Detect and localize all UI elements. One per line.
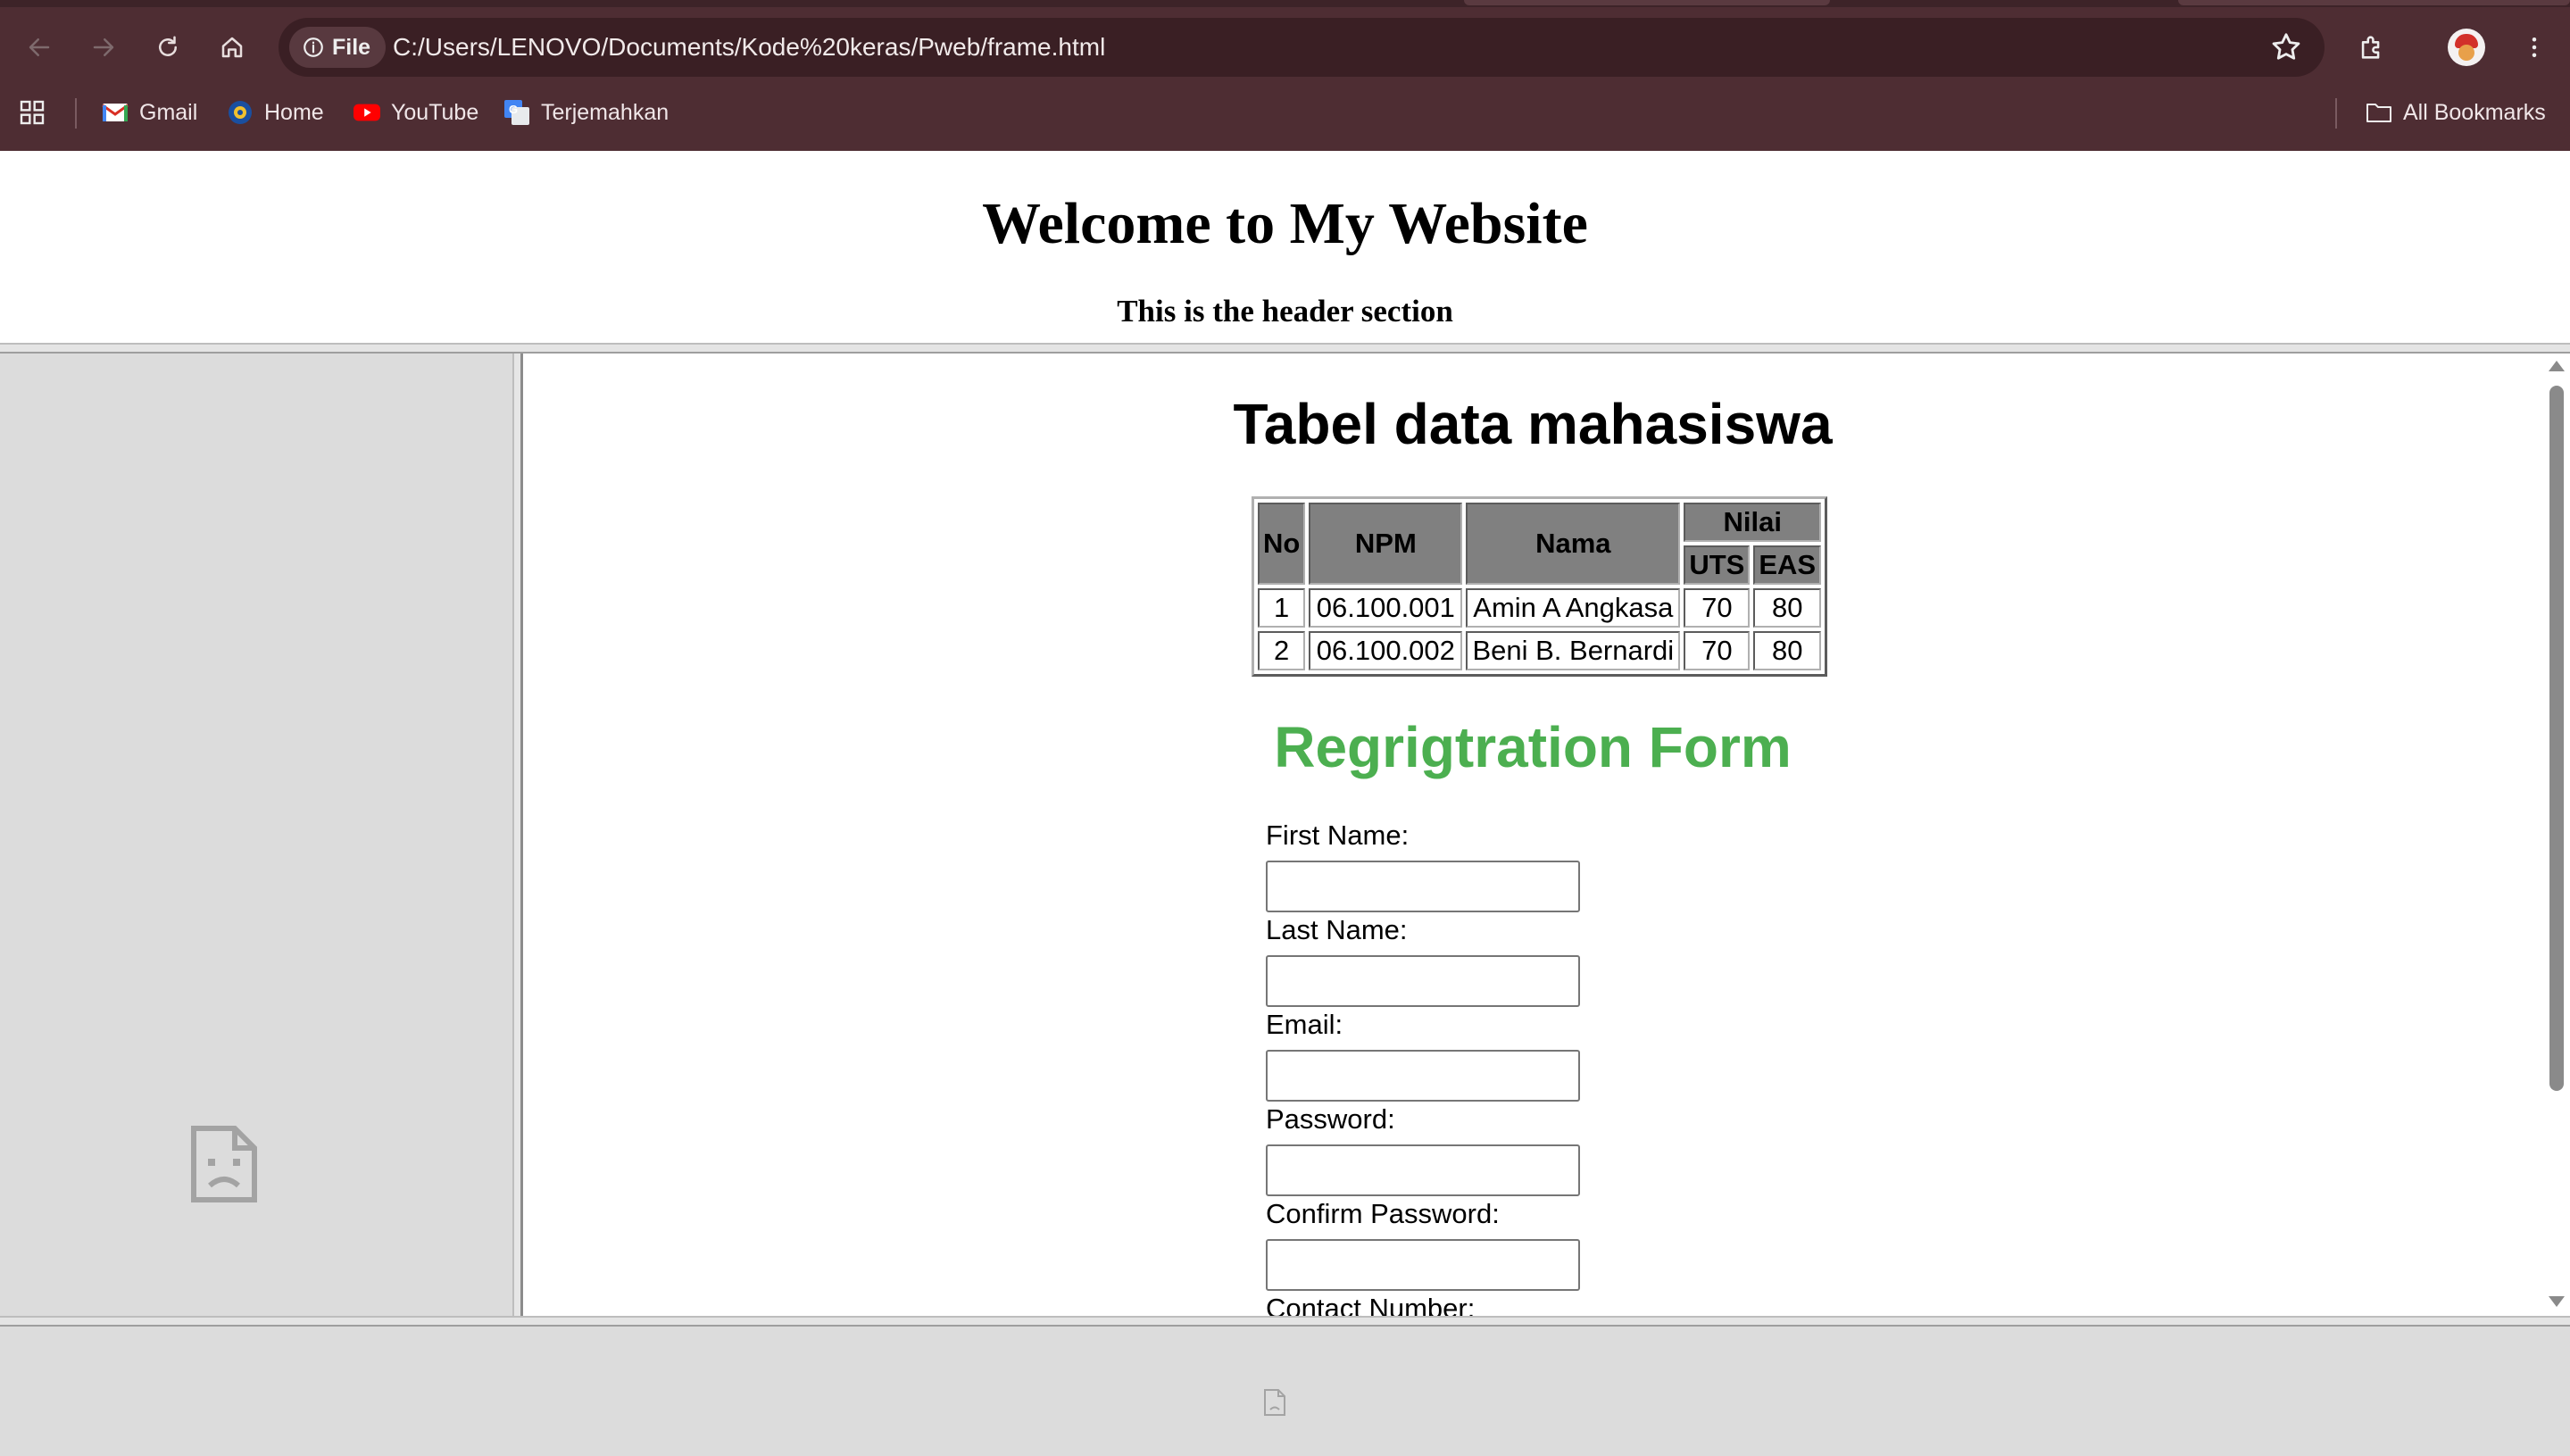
browser-toolbar: File C:/Users/LENOVO/Documents/Kode%20ke… <box>0 0 2570 151</box>
reload-button[interactable] <box>144 23 192 71</box>
cell-eas: 80 <box>1753 631 1822 670</box>
all-bookmarks-button[interactable]: All Bookmarks <box>2366 95 2546 130</box>
menu-button[interactable] <box>2510 23 2558 71</box>
url-text[interactable]: C:/Users/LENOVO/Documents/Kode%20keras/P… <box>393 32 1105 62</box>
svg-text:G: G <box>509 103 518 116</box>
cell-uts: 70 <box>1684 588 1751 628</box>
bookmark-label: Home <box>264 99 324 125</box>
site-title: Welcome to My Website <box>982 191 1588 256</box>
reload-icon <box>159 36 177 56</box>
header-uts: UTS <box>1684 545 1751 585</box>
confirm-password-label: Confirm Password: <box>1266 1198 1500 1229</box>
bookmarks-divider <box>75 98 77 129</box>
table-row: 1 06.100.001 Amin A Angkasa 70 80 <box>1258 588 1822 628</box>
bookmarks-divider <box>2335 98 2337 129</box>
last-name-input[interactable] <box>1266 955 1580 1007</box>
youtube-icon <box>353 99 380 126</box>
main-frame-scrollbar[interactable] <box>2542 354 2570 1316</box>
bookmarks-bar: Gmail Home YouTube G Terjemahkan All Boo… <box>0 87 2570 139</box>
header-frame: Welcome to My Website This is the header… <box>0 151 2570 343</box>
cell-eas: 80 <box>1753 588 1822 628</box>
email-input[interactable] <box>1266 1050 1580 1102</box>
broken-document-icon <box>191 1126 257 1202</box>
home-button[interactable] <box>208 23 256 71</box>
cell-npm: 06.100.002 <box>1309 631 1463 670</box>
header-eas: EAS <box>1753 545 1822 585</box>
confirm-password-input[interactable] <box>1266 1239 1580 1291</box>
bookmark-gmail[interactable]: Gmail <box>102 95 197 130</box>
kebab-menu-icon <box>2532 37 2537 57</box>
info-icon <box>304 37 323 57</box>
first-name-input[interactable] <box>1266 861 1580 912</box>
password-input[interactable] <box>1266 1144 1580 1196</box>
home-icon <box>221 37 243 58</box>
contact-number-label: Contact Number: <box>1266 1293 1476 1316</box>
scroll-up-arrow-icon[interactable] <box>2549 361 2565 371</box>
table-row: 2 06.100.002 Beni B. Bernardi 70 80 <box>1258 631 1822 670</box>
email-label: Email: <box>1266 1009 1343 1040</box>
forward-button[interactable] <box>79 23 128 71</box>
header-nilai: Nilai <box>1684 503 1822 542</box>
site-chip-label: File <box>332 34 371 60</box>
last-name-label: Last Name: <box>1266 914 1408 945</box>
all-bookmarks-label: All Bookmarks <box>2403 99 2546 125</box>
home-site-icon <box>227 99 254 126</box>
gmail-icon <box>102 99 129 126</box>
password-label: Password: <box>1266 1103 1395 1135</box>
broken-document-icon <box>1264 1389 1285 1416</box>
header-nama: Nama <box>1466 503 1681 585</box>
cell-no: 1 <box>1258 588 1306 628</box>
table-title: Tabel data mahasiswa <box>1233 392 1833 456</box>
tab-edge[interactable] <box>2178 0 2570 5</box>
registration-form: First Name: Last Name: Email: Password: … <box>1266 820 1580 1316</box>
cell-no: 2 <box>1258 631 1306 670</box>
cell-npm: 06.100.001 <box>1309 588 1463 628</box>
address-bar[interactable]: File C:/Users/LENOVO/Documents/Kode%20ke… <box>279 18 2325 77</box>
scrollbar-thumb[interactable] <box>2549 386 2564 1091</box>
frame-divider-horizontal[interactable] <box>0 1316 2570 1327</box>
puzzle-icon <box>2361 36 2380 59</box>
extensions-button[interactable] <box>2348 23 2396 71</box>
scroll-down-arrow-icon[interactable] <box>2549 1296 2565 1307</box>
back-button[interactable] <box>15 23 63 71</box>
first-name-label: First Name: <box>1266 820 1410 851</box>
profile-avatar[interactable] <box>2448 29 2485 66</box>
bookmark-label: Gmail <box>139 99 198 125</box>
bookmark-youtube[interactable]: YouTube <box>353 95 478 130</box>
cell-uts: 70 <box>1684 631 1751 670</box>
header-subtitle: This is the header section <box>1117 294 1453 329</box>
frame-divider-vertical[interactable] <box>512 354 523 1316</box>
bookmark-home[interactable]: Home <box>227 95 324 130</box>
student-table: No NPM Nama Nilai UTS EAS 1 06.100.001 A… <box>1252 496 1828 677</box>
left-frame <box>0 354 512 1316</box>
translate-icon: G <box>503 99 530 126</box>
apps-button[interactable] <box>18 95 46 130</box>
site-info-chip[interactable]: File <box>289 27 386 68</box>
apps-grid-icon <box>20 100 45 125</box>
main-frame: Tabel data mahasiswa No NPM Nama Nilai U… <box>523 354 2542 1316</box>
cell-nama: Beni B. Bernardi <box>1466 631 1681 670</box>
cell-nama: Amin A Angkasa <box>1466 588 1681 628</box>
bookmark-translate[interactable]: G Terjemahkan <box>503 95 669 130</box>
folder-icon <box>2366 99 2392 126</box>
tab-edge[interactable] <box>1464 0 1830 5</box>
forward-arrow-icon <box>93 38 114 56</box>
bookmark-star-icon[interactable] <box>2269 30 2303 64</box>
back-arrow-icon <box>29 38 50 56</box>
bookmark-label: Terjemahkan <box>541 99 670 125</box>
bookmark-label: YouTube <box>391 99 479 125</box>
header-no: No <box>1258 503 1306 585</box>
frame-divider-horizontal[interactable] <box>0 343 2570 354</box>
header-npm: NPM <box>1309 503 1463 585</box>
form-title: Regrigtration Form <box>1274 715 1792 779</box>
